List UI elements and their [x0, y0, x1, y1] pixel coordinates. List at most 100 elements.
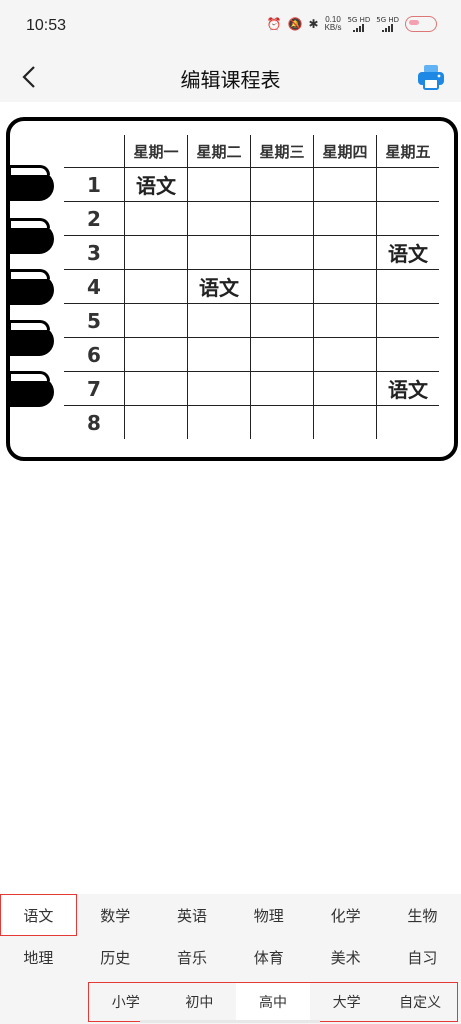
signal-icon: 5G HD [347, 16, 370, 32]
subject-option[interactable]: 音乐 [154, 936, 231, 978]
binder-ring [8, 218, 54, 254]
schedule-cell[interactable] [124, 269, 188, 304]
mute-icon: 🔕 [287, 17, 303, 31]
network-speed: 0.10 KB/s [324, 15, 342, 32]
schedule-cell[interactable] [313, 167, 377, 202]
table-row: 5 [64, 303, 439, 338]
schedule-cell[interactable] [124, 371, 188, 406]
schedule-cell[interactable] [124, 235, 188, 270]
clock: 10:53 [26, 17, 67, 34]
schedule-notebook: 星期一 星期二 星期三 星期四 星期五 1 语文 2 3 语文 4 语文 5 6… [6, 117, 458, 461]
schedule-cell[interactable]: 语文 [124, 167, 188, 202]
schedule-cell[interactable] [187, 371, 251, 406]
home-indicator [140, 1020, 320, 1023]
schedule-cell[interactable] [187, 303, 251, 338]
binder-ring [8, 371, 54, 407]
period-number: 1 [64, 167, 125, 202]
page-title: 编辑课程表 [180, 68, 281, 92]
subject-option[interactable]: 自习 [384, 936, 461, 978]
subject-option[interactable]: 生物 [384, 894, 461, 936]
subject-option[interactable]: 化学 [307, 894, 384, 936]
binder-ring [8, 165, 54, 201]
subject-option[interactable]: 语文 [0, 894, 77, 936]
schedule-cell[interactable] [124, 303, 188, 338]
status-icons: ⏰ 🔕 ✱ 0.10 KB/s 5G HD 5G HD [267, 16, 437, 32]
day-header: 星期二 [187, 135, 251, 168]
period-number: 2 [64, 201, 125, 236]
tab-level[interactable]: 初中 [163, 983, 237, 1021]
subject-option[interactable]: 历史 [77, 936, 154, 978]
schedule-cell[interactable] [124, 337, 188, 372]
schedule-cell[interactable] [313, 337, 377, 372]
schedule-cell[interactable] [250, 337, 314, 372]
day-header: 星期四 [313, 135, 377, 168]
table-row: 2 [64, 201, 439, 236]
schedule-cell[interactable] [250, 201, 314, 236]
binder-ring [8, 269, 54, 305]
top-bar: 编辑课程表 [0, 52, 461, 102]
day-header: 星期三 [250, 135, 314, 168]
schedule-cell[interactable] [313, 269, 377, 304]
tab-level[interactable]: 高中 [236, 983, 310, 1021]
battery-icon [405, 16, 437, 32]
schedule-cell[interactable] [250, 303, 314, 338]
subject-option[interactable]: 物理 [230, 894, 307, 936]
subject-option[interactable]: 英语 [154, 894, 231, 936]
bluetooth-icon: ✱ [308, 17, 319, 31]
schedule-cell[interactable] [187, 167, 251, 202]
table-row: 1 语文 [64, 167, 439, 202]
schedule-table: 星期一 星期二 星期三 星期四 星期五 1 语文 2 3 语文 4 语文 5 6… [64, 135, 439, 439]
subject-option[interactable]: 数学 [77, 894, 154, 936]
subject-option[interactable]: 美术 [307, 936, 384, 978]
tab-level[interactable]: 自定义 [383, 983, 457, 1021]
schedule-cell[interactable] [187, 235, 251, 270]
schedule-cell[interactable] [376, 201, 439, 236]
schedule-cell[interactable] [313, 303, 377, 338]
schedule-cell[interactable] [124, 405, 188, 439]
corner-cell [64, 135, 125, 168]
schedule-cell[interactable] [313, 201, 377, 236]
level-tabs: 小学 初中 高中 大学 自定义 [88, 982, 458, 1022]
schedule-cell[interactable] [313, 235, 377, 270]
tab-level[interactable]: 大学 [310, 983, 384, 1021]
header-row: 星期一 星期二 星期三 星期四 星期五 [64, 135, 439, 168]
schedule-cell[interactable] [376, 303, 439, 338]
printer-icon [418, 65, 444, 90]
period-number: 7 [64, 371, 125, 406]
schedule-cell[interactable] [124, 201, 188, 236]
schedule-cell[interactable] [313, 371, 377, 406]
day-header: 星期五 [376, 135, 439, 168]
schedule-cell[interactable] [187, 201, 251, 236]
period-number: 3 [64, 235, 125, 270]
schedule-cell[interactable]: 语文 [376, 371, 439, 406]
subject-option[interactable]: 体育 [230, 936, 307, 978]
print-button[interactable] [415, 61, 447, 93]
schedule-cell[interactable] [376, 167, 439, 202]
period-number: 8 [87, 410, 101, 435]
schedule-cell[interactable] [250, 371, 314, 406]
schedule-cell[interactable] [250, 269, 314, 304]
table-row: 7 语文 [64, 371, 439, 406]
table-row: 4 语文 [64, 269, 439, 304]
schedule-cell[interactable]: 语文 [187, 269, 251, 304]
schedule-cell[interactable] [376, 337, 439, 372]
signal-icon-2: 5G HD [376, 16, 399, 32]
period-number: 4 [64, 269, 125, 304]
tab-level[interactable]: 小学 [89, 983, 163, 1021]
schedule-cell[interactable] [187, 405, 251, 439]
alarm-icon: ⏰ [266, 17, 282, 31]
schedule-cell[interactable]: 语文 [376, 235, 439, 270]
schedule-cell[interactable] [187, 337, 251, 372]
schedule-cell[interactable] [313, 405, 377, 439]
schedule-cell[interactable] [376, 269, 439, 304]
subject-option[interactable]: 地理 [0, 936, 77, 978]
subject-grid: 语文 数学 英语 物理 化学 生物 地理 历史 音乐 体育 美术 自习 [0, 894, 461, 978]
schedule-cell[interactable] [250, 235, 314, 270]
status-bar: 10:53 ⏰ 🔕 ✱ 0.10 KB/s 5G HD 5G HD [0, 0, 461, 52]
period-number: 5 [64, 303, 125, 338]
schedule-cell[interactable] [250, 167, 314, 202]
table-row: 6 [64, 337, 439, 372]
schedule-cell[interactable] [250, 405, 314, 439]
period-number: 6 [64, 337, 125, 372]
schedule-cell[interactable] [376, 405, 439, 439]
